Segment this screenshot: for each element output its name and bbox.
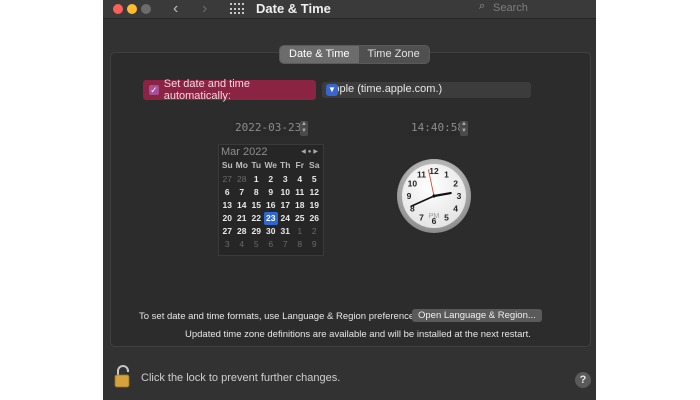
date-stepper: ▲ ▼	[300, 121, 308, 136]
calendar-day[interactable]: 23	[263, 212, 278, 225]
tab-bar: Date & Time Time Zone	[279, 45, 430, 64]
calendar-day[interactable]: 27	[220, 173, 235, 186]
zoom-window-button[interactable]	[141, 4, 151, 14]
date-field: 2022-03-23	[233, 121, 304, 136]
calendar-day[interactable]: 1	[249, 173, 264, 186]
time-server-select[interactable]: Apple (time.apple.com.) ▼	[322, 82, 531, 98]
clock-number: 2	[453, 179, 458, 189]
calendar-day[interactable]: 12	[307, 186, 322, 199]
calendar-day[interactable]: 20	[220, 212, 235, 225]
close-window-button[interactable]	[113, 4, 123, 14]
search-icon: ⌕	[479, 0, 486, 12]
calendar-day[interactable]: 8	[293, 238, 308, 251]
calendar-day[interactable]: 22	[249, 212, 264, 225]
clock-center-dot	[432, 194, 436, 198]
lock-status-text: Click the lock to prevent further change…	[141, 372, 341, 384]
calendar-day[interactable]: 2	[264, 173, 279, 186]
minimize-window-button[interactable]	[127, 4, 137, 14]
weekday-header: Su	[221, 160, 233, 170]
calendar-day[interactable]: 2	[307, 225, 322, 238]
calendar-day[interactable]: 14	[235, 199, 250, 212]
calendar-day[interactable]: 6	[264, 238, 279, 251]
calendar-day[interactable]: 21	[235, 212, 250, 225]
clock-number: 12	[429, 166, 439, 176]
calendar-day[interactable]: 4	[235, 238, 250, 251]
calendar-day[interactable]: 28	[235, 225, 250, 238]
tab-date-time[interactable]: Date & Time	[280, 46, 359, 63]
calendar-day[interactable]: 25	[293, 212, 308, 225]
back-icon[interactable]: ‹	[173, 0, 178, 17]
calendar-day[interactable]: 31	[278, 225, 293, 238]
calendar-day[interactable]: 15	[249, 199, 264, 212]
time-field: 14:40:58	[409, 121, 466, 136]
calendar-day[interactable]: 30	[264, 225, 279, 238]
clock-number: 5	[444, 213, 449, 223]
calendar-day[interactable]: 9	[307, 238, 322, 251]
clock-number: 3	[457, 191, 462, 201]
preferences-window: ‹ › Date & Time ⌕ Date & Time Time Zone …	[103, 0, 596, 400]
auto-set-label: Set date and time automatically:	[163, 78, 250, 102]
calendar-day[interactable]: 28	[235, 173, 250, 186]
calendar-day[interactable]: 1	[293, 225, 308, 238]
clock-number: 1	[444, 169, 449, 179]
calendar-day[interactable]: 17	[278, 199, 293, 212]
weekday-header: Mo	[235, 160, 248, 170]
open-language-region-button[interactable]: Open Language & Region...	[412, 309, 542, 322]
calendar-day[interactable]: 7	[235, 186, 250, 199]
clock-number: 11	[417, 169, 426, 179]
calendar-day[interactable]: 10	[278, 186, 293, 199]
chevron-down-icon[interactable]: ▼	[326, 84, 338, 96]
auto-set-row[interactable]: ✓ Set date and time automatically:	[143, 78, 316, 102]
search-field[interactable]: ⌕	[475, 0, 587, 17]
title-bar: ‹ › Date & Time ⌕	[103, 0, 596, 19]
calendar-day[interactable]: 5	[307, 173, 322, 186]
show-all-grid-icon[interactable]	[230, 3, 244, 15]
clock-number: 10	[408, 179, 418, 189]
auto-set-checkbox[interactable]: ✓	[149, 85, 159, 95]
calendar-day[interactable]: 9	[264, 186, 279, 199]
calendar: Mar 2022 ◀●▶ Su Mo Tu We Th Fr Sa 27 28 1 2 3 4 5 6 7 8 9…	[218, 144, 324, 256]
calendar-day[interactable]: 27	[220, 225, 235, 238]
time-stepper: ▲ ▼	[460, 121, 468, 136]
weekday-header: We	[264, 160, 278, 170]
calendar-day[interactable]: 7	[278, 238, 293, 251]
time-server-value: Apple (time.apple.com.)	[326, 83, 443, 95]
help-button[interactable]: ?	[575, 372, 591, 388]
lock-icon[interactable]	[113, 364, 133, 388]
weekday-header: Fr	[295, 160, 305, 170]
weekday-header: Tu	[251, 160, 262, 170]
clock-period-label: PM	[429, 213, 440, 220]
calendar-month-label: Mar 2022	[221, 146, 268, 158]
calendar-day[interactable]: 3	[278, 173, 293, 186]
tab-time-zone[interactable]: Time Zone	[359, 46, 429, 63]
calendar-nav-icons: ◀●▶	[301, 149, 320, 155]
calendar-day[interactable]: 8	[249, 186, 264, 199]
calendar-day[interactable]: 16	[264, 199, 279, 212]
calendar-grid: Su Mo Tu We Th Fr Sa 27 28 1 2 3 4 5 6 7 8 9 10 11 12 13 14 15 1…	[220, 160, 322, 251]
calendar-day[interactable]: 24	[278, 212, 293, 225]
timezone-update-notice: Updated time zone definitions are availa…	[185, 329, 531, 340]
calendar-day[interactable]: 4	[293, 173, 308, 186]
clock-number: 7	[419, 213, 424, 223]
calendar-day[interactable]: 29	[249, 225, 264, 238]
weekday-header: Sa	[309, 160, 320, 170]
calendar-day[interactable]: 18	[293, 199, 308, 212]
calendar-day[interactable]: 13	[220, 199, 235, 212]
calendar-day[interactable]: 26	[307, 212, 322, 225]
formats-hint-text: To set date and time formats, use Langua…	[139, 311, 422, 322]
window-title: Date & Time	[256, 1, 331, 16]
analog-clock: 12 1234567891011 PM	[397, 159, 471, 233]
calendar-day[interactable]: 3	[220, 238, 235, 251]
calendar-day[interactable]: 11	[293, 186, 308, 199]
calendar-day[interactable]: 19	[307, 199, 322, 212]
calendar-day[interactable]: 6	[220, 186, 235, 199]
clock-number: 4	[453, 204, 458, 214]
calendar-day[interactable]: 5	[249, 238, 264, 251]
search-input[interactable]	[493, 2, 583, 14]
clock-number: 9	[407, 191, 412, 201]
forward-icon[interactable]: ›	[202, 0, 207, 17]
weekday-header: Th	[280, 160, 291, 170]
